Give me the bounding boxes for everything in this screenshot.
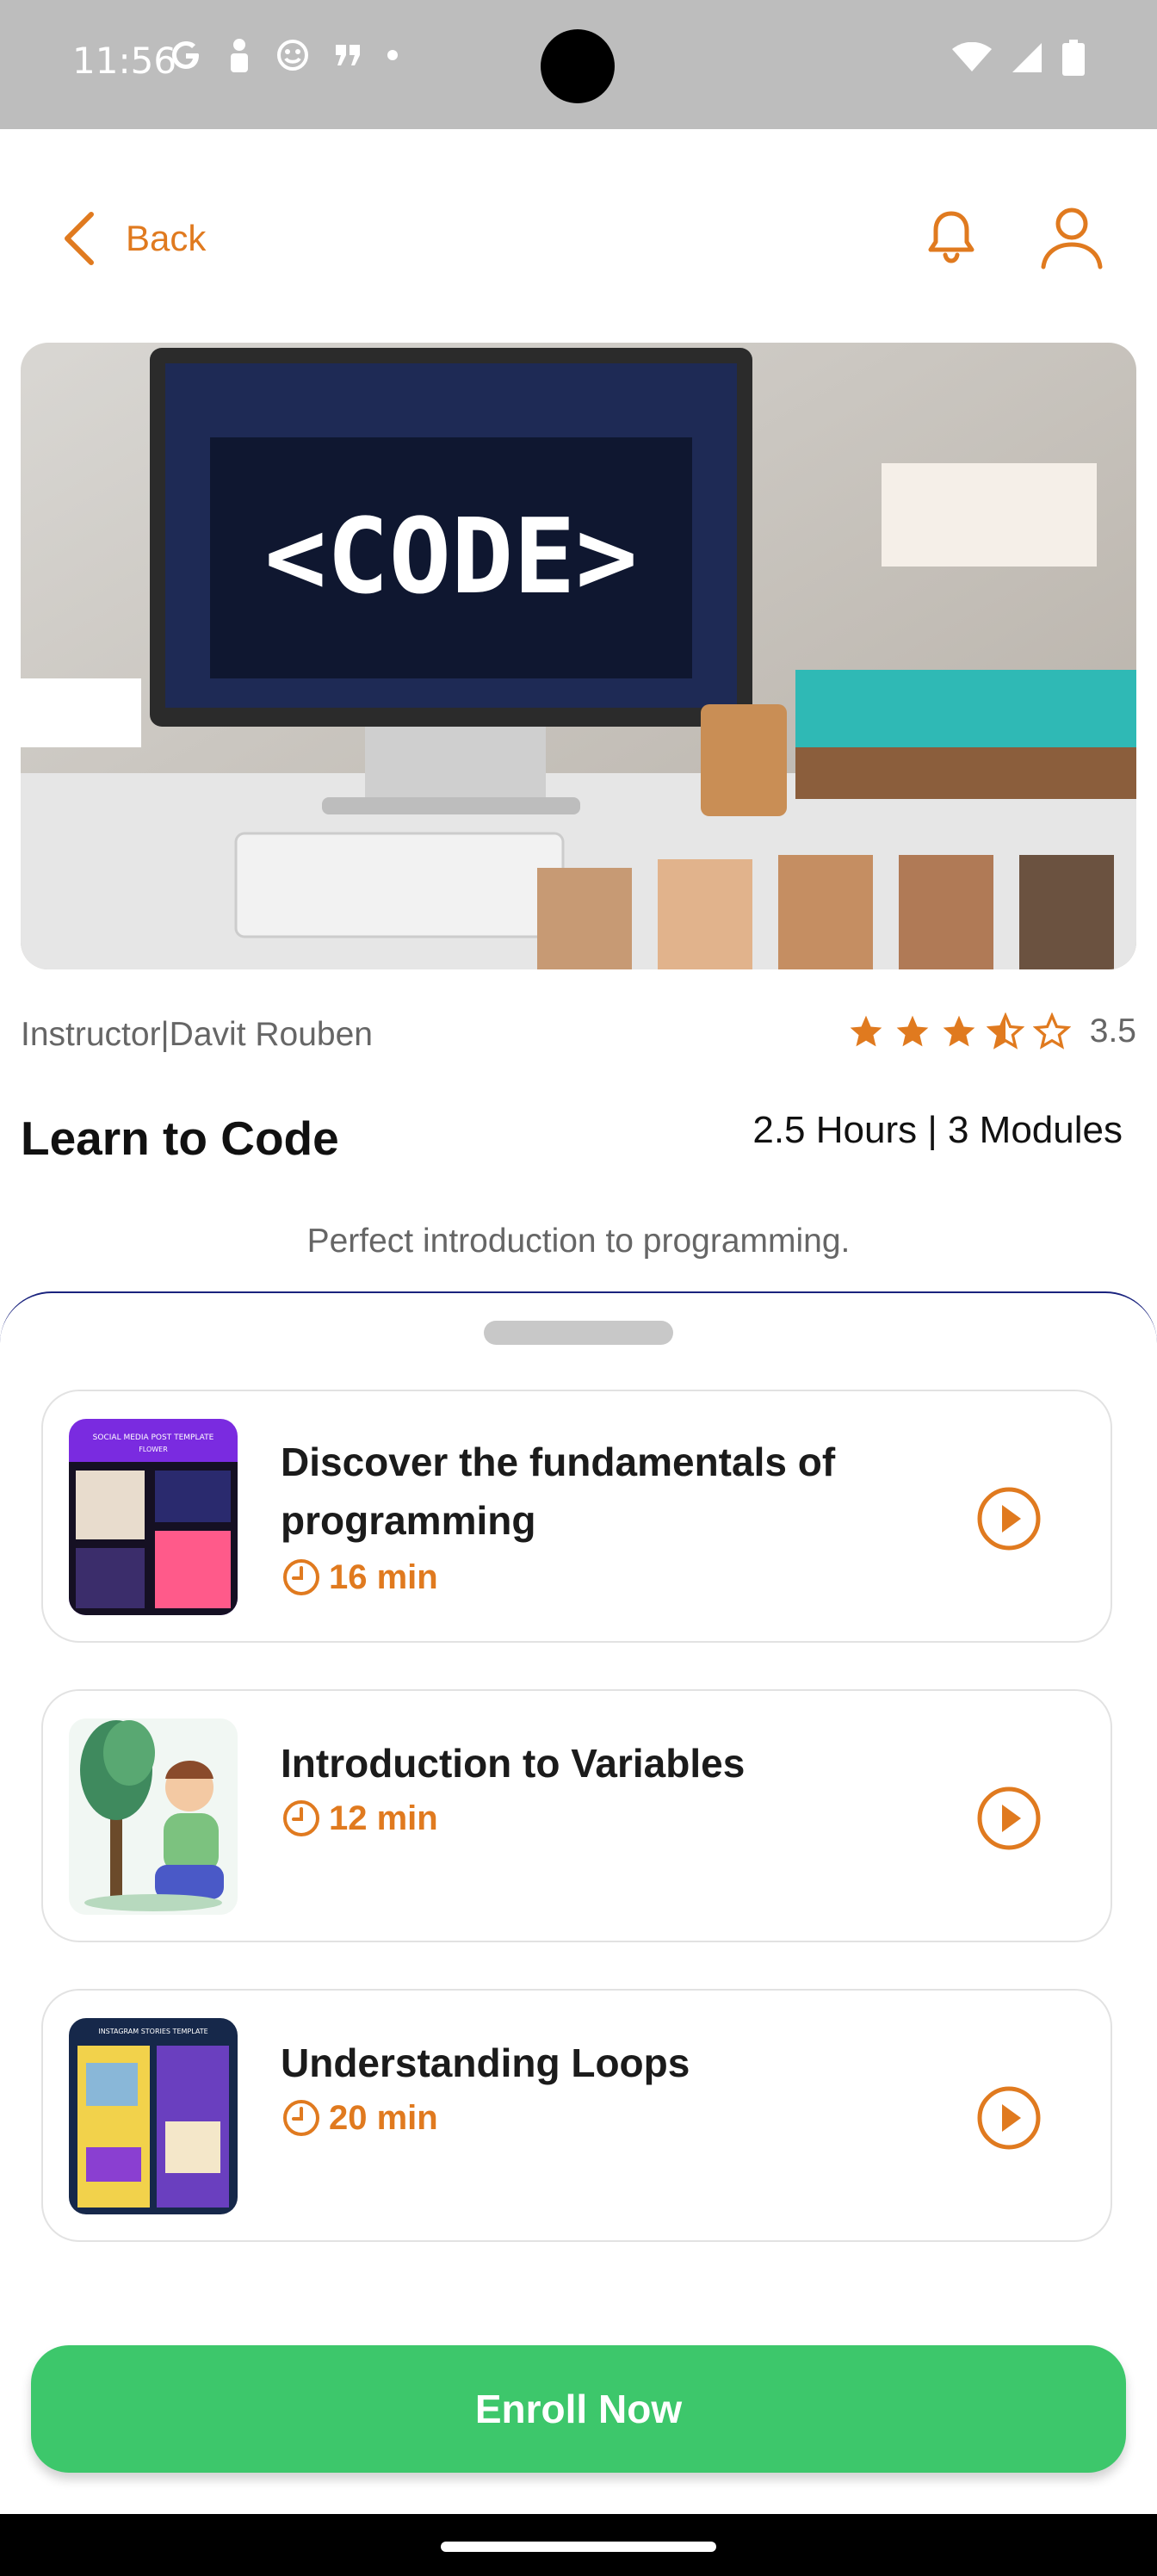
person-icon bbox=[231, 39, 248, 72]
quote-icon bbox=[336, 45, 360, 65]
play-icon[interactable] bbox=[976, 2085, 1042, 2151]
thumb-text-1: INSTAGRAM STORIES TEMPLATE bbox=[98, 2028, 207, 2035]
wifi-icon bbox=[952, 42, 992, 71]
smiley-icon bbox=[277, 40, 308, 71]
clock-icon bbox=[283, 2100, 319, 2136]
back-label: Back bbox=[126, 218, 207, 258]
battery-icon bbox=[1062, 40, 1085, 76]
lesson-card-3[interactable]: INSTAGRAM STORIES TEMPLATE Understanding… bbox=[41, 1989, 1112, 2242]
star-icon bbox=[896, 1015, 929, 1047]
lesson-title: Discover the fundamentals of programming bbox=[281, 1440, 836, 1543]
star-icon bbox=[943, 1015, 975, 1047]
lesson-thumbnail: INSTAGRAM STORIES TEMPLATE bbox=[69, 2018, 238, 2214]
status-icons-left bbox=[169, 38, 399, 72]
lesson-title: Introduction to Variables bbox=[281, 1741, 746, 1786]
star-icon bbox=[850, 1015, 882, 1047]
rating: 3.5 bbox=[847, 1012, 1136, 1050]
lesson-duration: 12 min bbox=[281, 1798, 438, 1839]
lesson-thumbnail: SOCIAL MEDIA POST TEMPLATE FLOWER bbox=[69, 1419, 238, 1615]
camera-cutout bbox=[541, 29, 615, 103]
lesson-thumbnail bbox=[69, 1718, 238, 1915]
play-icon[interactable] bbox=[976, 1786, 1042, 1851]
user-icon[interactable] bbox=[1038, 203, 1105, 270]
half-star-icon bbox=[986, 1012, 1024, 1050]
signal-icon bbox=[1012, 43, 1042, 72]
hero-code-text: <CODE> bbox=[264, 498, 637, 617]
clock-icon bbox=[283, 1559, 319, 1595]
status-time: 11:56 bbox=[72, 40, 177, 82]
lesson-card-2[interactable]: Introduction to Variables 12 min bbox=[41, 1689, 1112, 1942]
lesson-duration: 20 min bbox=[281, 2097, 438, 2139]
google-icon bbox=[172, 41, 199, 69]
lesson-time: 12 min bbox=[329, 1799, 438, 1837]
empty-star-icon bbox=[1032, 1012, 1071, 1050]
lesson-duration: 16 min bbox=[281, 1557, 438, 1598]
lesson-title: Understanding Loops bbox=[281, 2040, 690, 2085]
thumb-text-1: SOCIAL MEDIA POST TEMPLATE bbox=[93, 1434, 214, 1442]
course-duration: 2.5 Hours | 3 Modules bbox=[752, 1109, 1123, 1151]
chevron-left-icon bbox=[65, 212, 94, 265]
rating-value: 3.5 bbox=[1089, 1012, 1136, 1050]
play-icon[interactable] bbox=[976, 1486, 1042, 1551]
enroll-now-button[interactable]: Enroll Now bbox=[31, 2345, 1126, 2473]
course-tagline: Perfect introduction to programming. bbox=[306, 1223, 851, 1260]
thumb-text-2: FLOWER bbox=[139, 1446, 168, 1453]
lesson-time: 16 min bbox=[329, 1557, 438, 1596]
lesson-time: 20 min bbox=[329, 2098, 438, 2137]
home-gesture-pill[interactable] bbox=[441, 2542, 716, 2552]
status-icons-right bbox=[952, 40, 1085, 76]
course-hero-image: <CODE> bbox=[21, 343, 1136, 969]
bell-icon[interactable] bbox=[921, 207, 981, 267]
sheet-drag-handle[interactable] bbox=[484, 1321, 673, 1345]
back-button[interactable]: Back bbox=[62, 207, 206, 270]
instructor-label: Instructor|Davit Rouben bbox=[21, 1016, 373, 1053]
course-title: Learn to Code bbox=[21, 1112, 339, 1165]
clock-icon bbox=[283, 1800, 319, 1836]
lesson-card-1[interactable]: SOCIAL MEDIA POST TEMPLATE FLOWER Discov… bbox=[41, 1390, 1112, 1643]
dot-icon bbox=[387, 50, 398, 60]
